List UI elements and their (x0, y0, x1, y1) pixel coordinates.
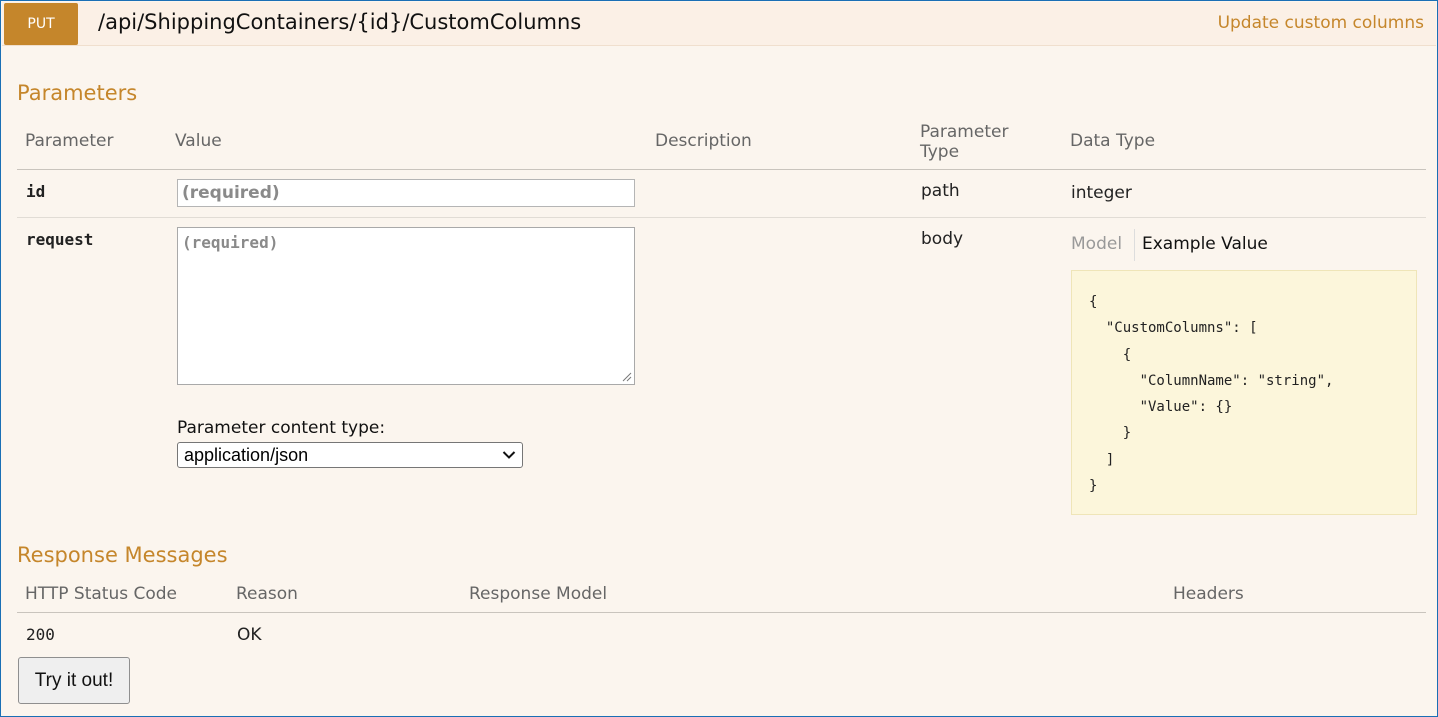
col-header-description: Description (655, 131, 752, 151)
operation-header[interactable]: PUT /api/ShippingContainers/{id}/CustomC… (2, 2, 1436, 46)
row-divider (17, 217, 1426, 218)
col-header-parameter-type-line2: Type (920, 142, 960, 162)
col-header-parameter-type: Parameter Type (920, 122, 1008, 162)
example-value-json: { "CustomColumns": [ { "ColumnName": "st… (1089, 294, 1334, 495)
request-body-textarea[interactable] (177, 227, 635, 385)
col-header-value: Value (175, 131, 222, 151)
http-method-badge[interactable]: PUT (4, 3, 78, 45)
resize-grip-icon[interactable] (620, 370, 632, 382)
example-value-box[interactable]: { "CustomColumns": [ { "ColumnName": "st… (1071, 270, 1417, 515)
param-type-request: body (921, 229, 964, 249)
endpoint-path[interactable]: /api/ShippingContainers/{id}/CustomColum… (98, 10, 581, 34)
col-header-data-type: Data Type (1070, 131, 1156, 151)
param-name-id: id (26, 182, 46, 201)
try-it-out-button[interactable]: Try it out! (18, 657, 130, 704)
param-name-request: request (26, 230, 94, 249)
response-table-divider (17, 612, 1426, 613)
content-type-selected: application/json (184, 444, 309, 465)
col-header-parameter: Parameter (25, 131, 114, 151)
tab-example-value[interactable]: Example Value (1142, 234, 1268, 254)
content-type-label: Parameter content type: (177, 418, 386, 438)
table-divider (17, 169, 1426, 170)
content-type-select[interactable]: application/json (177, 442, 523, 468)
col-header-status-code: HTTP Status Code (25, 584, 178, 604)
col-header-parameter-type-line1: Parameter (920, 122, 1009, 142)
tab-separator (1134, 229, 1135, 261)
response-messages-title: Response Messages (17, 543, 228, 567)
response-status-code: 200 (26, 625, 55, 644)
id-input[interactable] (177, 179, 635, 207)
tab-model[interactable]: Model (1071, 234, 1122, 254)
chevron-down-icon (502, 451, 516, 459)
data-type-id: integer (1071, 183, 1132, 203)
col-header-response-model: Response Model (469, 584, 608, 604)
col-header-reason: Reason (236, 584, 298, 604)
param-type-id: path (921, 181, 960, 201)
operation-panel: PUT /api/ShippingContainers/{id}/CustomC… (0, 0, 1438, 717)
operation-summary[interactable]: Update custom columns (1218, 13, 1424, 33)
response-reason: OK (237, 625, 262, 645)
parameters-title: Parameters (17, 81, 138, 105)
col-header-headers: Headers (1173, 584, 1244, 604)
